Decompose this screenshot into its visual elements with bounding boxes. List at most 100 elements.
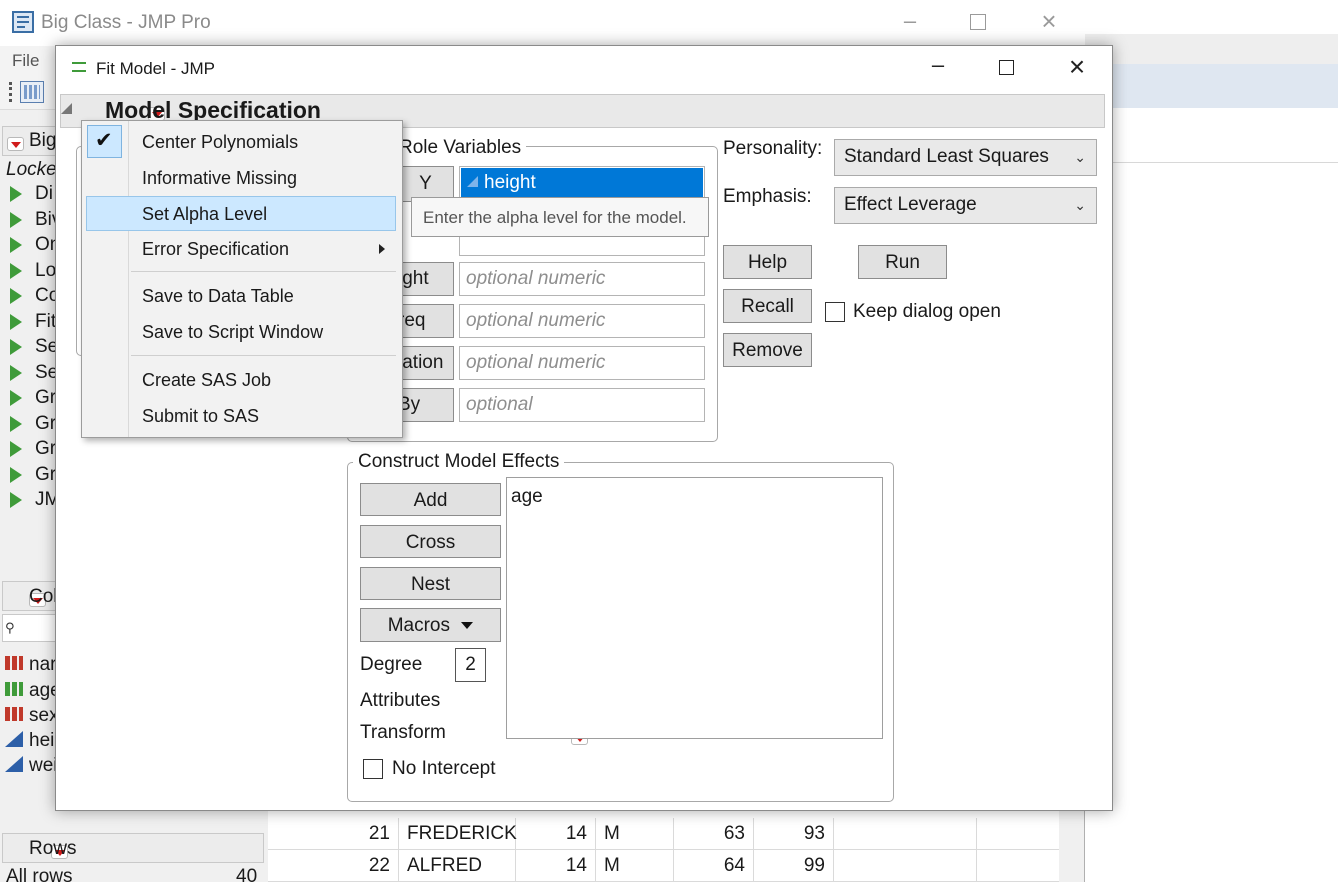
run-script-icon[interactable]: [10, 390, 22, 406]
cell-age: 14: [516, 818, 596, 850]
personality-value: Standard Least Squares: [844, 146, 1049, 167]
menu-item-save-to-script-window[interactable]: Save to Script Window: [142, 322, 323, 343]
by-field[interactable]: optional: [459, 388, 705, 422]
run-script-icon[interactable]: [10, 186, 22, 202]
maximize-button[interactable]: [999, 60, 1014, 75]
cell-name: ALFRED: [399, 850, 516, 882]
nest-button[interactable]: Nest: [360, 567, 501, 600]
ordinal-column-icon: [5, 682, 23, 696]
menu-item-informative-missing[interactable]: Informative Missing: [142, 168, 297, 189]
chevron-down-icon: ⌄: [1074, 197, 1086, 213]
submenu-arrow-icon: [379, 244, 385, 254]
script-item[interactable]: Di: [35, 183, 53, 205]
desktop-strip: [1085, 108, 1338, 163]
minimize-button[interactable]: –: [918, 52, 958, 78]
column-item[interactable]: nar: [29, 654, 56, 676]
menu-item-submit-to-sas[interactable]: Submit to SAS: [142, 406, 259, 427]
validation-field[interactable]: optional numeric: [459, 346, 705, 380]
menu-item-error-specification[interactable]: Error Specification: [142, 239, 289, 260]
row-number: 22: [268, 850, 399, 882]
no-intercept-checkbox[interactable]: [363, 759, 383, 779]
minimize-button[interactable]: –: [890, 8, 930, 34]
dropdown-arrow-icon: [461, 622, 474, 630]
run-script-icon[interactable]: [10, 492, 22, 508]
jmp-app-icon: [12, 11, 34, 33]
run-script-icon[interactable]: [10, 365, 22, 381]
personality-select[interactable]: Standard Least Squares ⌄: [834, 139, 1097, 176]
data-grid: 21 FREDERICK 14 M 63 93 22 ALFRED 14 M 6…: [268, 810, 1059, 882]
run-script-icon[interactable]: [10, 339, 22, 355]
effect-item[interactable]: age: [511, 486, 543, 508]
keep-dialog-open-label: Keep dialog open: [853, 301, 1001, 322]
menu-file[interactable]: File: [12, 51, 39, 71]
table-row[interactable]: 22 ALFRED 14 M 64 99: [268, 850, 1059, 882]
script-item[interactable]: Gr: [35, 438, 56, 460]
cell-empty: [834, 850, 977, 882]
emphasis-select[interactable]: Effect Leverage ⌄: [834, 187, 1097, 224]
menu-separator: [131, 355, 396, 356]
scripts-list: Di Biv On Lo Co Fit Se Se Gr Gr Gr Gr JM: [6, 183, 61, 513]
close-button[interactable]: ×: [1029, 6, 1069, 37]
table-name: Big: [29, 130, 57, 151]
role-variables-label: Role Variables: [394, 137, 527, 159]
script-item[interactable]: Gr: [35, 413, 56, 435]
tooltip: Enter the alpha level for the model.: [411, 197, 709, 237]
freq-field[interactable]: optional numeric: [459, 304, 705, 338]
macros-button[interactable]: Macros: [360, 608, 501, 642]
run-script-icon[interactable]: [10, 237, 22, 253]
menu-item-set-alpha-level[interactable]: Set Alpha Level: [142, 204, 267, 225]
maximize-button[interactable]: [970, 14, 986, 30]
close-button[interactable]: ×: [1057, 51, 1097, 83]
run-button[interactable]: Run: [858, 245, 947, 279]
degree-input[interactable]: 2: [455, 648, 486, 682]
add-button[interactable]: Add: [360, 483, 501, 516]
effects-list[interactable]: [506, 477, 883, 739]
column-item[interactable]: hei: [29, 730, 54, 752]
weight-field[interactable]: optional numeric: [459, 262, 705, 296]
keep-dialog-open-checkbox[interactable]: [825, 302, 845, 322]
cell-height: 63: [674, 818, 754, 850]
disclosure-icon[interactable]: [61, 103, 72, 114]
cell-height: 64: [674, 850, 754, 882]
construct-model-effects-label: Construct Model Effects: [353, 451, 565, 473]
transform-label: Transform: [360, 722, 446, 743]
run-script-icon[interactable]: [10, 263, 22, 279]
emphasis-value: Effect Leverage: [844, 194, 977, 215]
script-item[interactable]: Lo: [35, 260, 56, 282]
script-item[interactable]: Gr: [35, 387, 56, 409]
table-row[interactable]: 21 FREDERICK 14 M 63 93: [268, 818, 1059, 850]
red-triangle-menu-icon[interactable]: [7, 137, 24, 152]
cell-sex: M: [596, 818, 674, 850]
no-intercept-label: No Intercept: [392, 758, 496, 779]
columns-label: Col: [29, 586, 58, 607]
script-item[interactable]: Fit: [35, 311, 56, 333]
continuous-column-icon: [5, 756, 23, 772]
menu-separator: [131, 271, 396, 272]
run-script-icon[interactable]: [10, 467, 22, 483]
window-title: Big Class - JMP Pro: [41, 12, 211, 33]
run-script-icon[interactable]: [10, 416, 22, 432]
column-item[interactable]: wei: [29, 755, 58, 777]
rows-label: Rows: [29, 838, 77, 859]
cross-button[interactable]: Cross: [360, 525, 501, 558]
run-script-icon[interactable]: [10, 212, 22, 228]
row-number: 21: [268, 818, 399, 850]
recall-button[interactable]: Recall: [723, 289, 812, 323]
data-table-icon[interactable]: [20, 81, 44, 103]
run-script-icon[interactable]: [10, 314, 22, 330]
remove-button[interactable]: Remove: [723, 333, 812, 367]
nominal-column-icon: [5, 656, 23, 670]
personality-label: Personality:: [723, 138, 823, 159]
run-script-icon[interactable]: [10, 288, 22, 304]
menu-gutter: [128, 121, 129, 437]
toolbar-grip-icon: [9, 82, 12, 102]
cell-sex: M: [596, 850, 674, 882]
menu-item-save-to-data-table[interactable]: Save to Data Table: [142, 286, 294, 307]
y-selected-value: height: [484, 172, 536, 193]
run-script-icon[interactable]: [10, 441, 22, 457]
menu-item-create-sas-job[interactable]: Create SAS Job: [142, 370, 271, 391]
help-button[interactable]: Help: [723, 245, 812, 279]
menu-item-center-polynomials[interactable]: Center Polynomials: [142, 132, 298, 153]
all-rows-label: All rows: [6, 866, 73, 887]
script-item[interactable]: Gr: [35, 464, 56, 486]
